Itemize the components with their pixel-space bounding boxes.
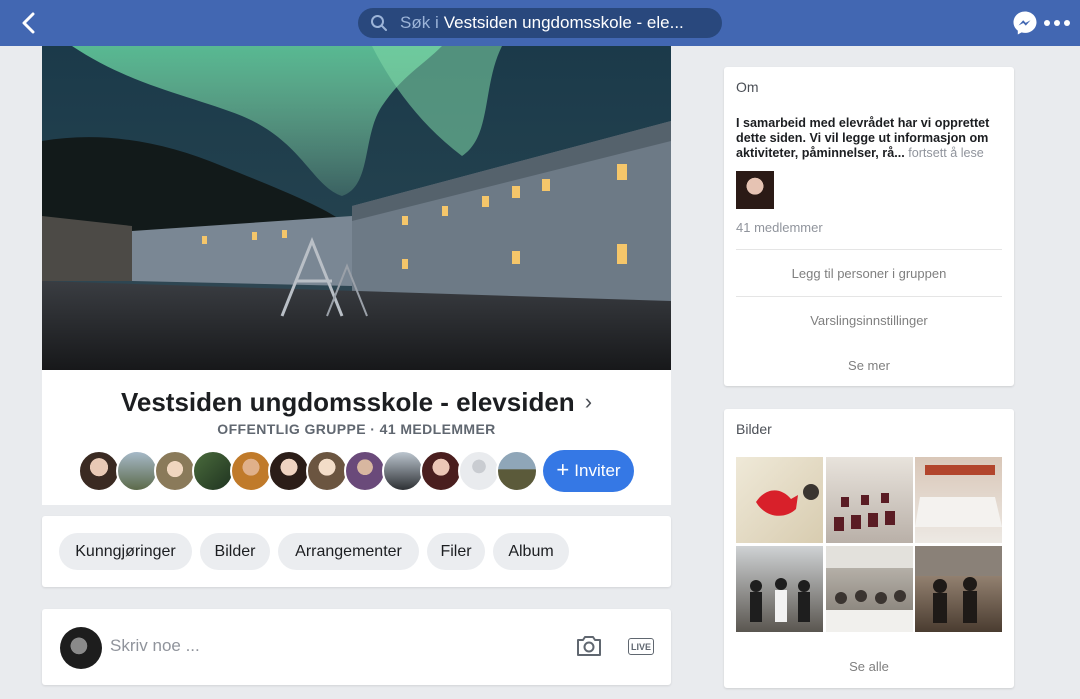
about-description: I samarbeid med elevrådet har vi opprett… (736, 116, 1006, 161)
member-avatar[interactable] (230, 450, 272, 492)
member-avatar[interactable] (458, 450, 500, 492)
photo-thumbnail[interactable] (826, 457, 913, 543)
photo-thumbnail[interactable] (826, 546, 913, 632)
photo-thumbnail[interactable] (736, 546, 823, 632)
member-avatars (78, 450, 538, 494)
tab-filer[interactable]: Filer (427, 533, 485, 570)
search-scope-label: Søk i (400, 13, 439, 32)
search-icon (370, 13, 390, 33)
post-composer: Skriv noe ... LIVE (42, 609, 671, 685)
member-avatar[interactable] (192, 450, 234, 492)
photo-thumbnail[interactable] (915, 457, 1002, 543)
notification-settings-button[interactable]: Varslingsinnstillinger (724, 313, 1014, 328)
back-button[interactable] (14, 9, 44, 37)
member-avatar[interactable] (154, 450, 196, 492)
user-avatar[interactable] (60, 627, 102, 669)
photo-thumbnail[interactable] (736, 457, 823, 543)
more-options-icon[interactable] (1044, 13, 1070, 33)
invite-label: Inviter (574, 461, 621, 480)
messenger-icon[interactable] (1012, 10, 1038, 36)
tab-album[interactable]: Album (493, 533, 569, 570)
divider (736, 249, 1002, 250)
photos-heading: Bilder (736, 421, 772, 437)
member-thumbnail[interactable] (736, 171, 774, 209)
member-avatar[interactable] (116, 450, 158, 492)
group-title: Vestsiden ungdomsskole - elevsiden (120, 386, 575, 417)
member-avatar[interactable] (420, 450, 462, 492)
member-avatar[interactable] (78, 450, 120, 492)
member-avatar[interactable] (306, 450, 348, 492)
camera-icon[interactable] (575, 634, 603, 658)
chevron-left-icon (22, 12, 35, 34)
divider (736, 296, 1002, 297)
member-avatar[interactable] (496, 450, 538, 492)
search-input[interactable]: Søk i Vestsiden ungdomsskole - ele... (358, 8, 722, 38)
plus-icon: + (556, 457, 570, 482)
about-card: Om I samarbeid med elevrådet har vi oppr… (724, 67, 1014, 386)
post-input[interactable]: Skriv noe ... (110, 636, 200, 656)
photo-thumbnail[interactable] (915, 546, 1002, 632)
live-video-icon[interactable]: LIVE (628, 638, 654, 655)
chevron-right-icon: › (584, 389, 593, 414)
member-avatar[interactable] (344, 450, 386, 492)
group-tabs-card: Kunngjøringer Bilder Arrangementer Filer… (42, 516, 671, 587)
member-count[interactable]: 41 medlemmer (736, 220, 823, 235)
photos-card: Bilder Se alle (724, 409, 1014, 688)
top-navigation-bar: Søk i Vestsiden ungdomsskole - ele... (0, 0, 1080, 46)
group-title-link[interactable]: Vestsiden ungdomsskole - elevsiden › (42, 384, 671, 420)
tab-bilder[interactable]: Bilder (200, 533, 270, 570)
read-more-link[interactable]: fortsett å lese (905, 146, 984, 160)
tab-arrangementer[interactable]: Arrangementer (278, 533, 419, 570)
tab-kunngjoringer[interactable]: Kunngjøringer (59, 533, 192, 570)
see-more-button[interactable]: Se mer (724, 358, 1014, 373)
cover-photo[interactable] (42, 46, 671, 370)
about-heading: Om (736, 79, 759, 95)
add-people-button[interactable]: Legg til personer i gruppen (724, 266, 1014, 281)
see-all-photos-button[interactable]: Se alle (724, 659, 1014, 674)
invite-button[interactable]: + Inviter (543, 450, 634, 492)
member-avatar[interactable] (382, 450, 424, 492)
group-subtitle: OFFENTLIG GRUPPE · 41 MEDLEMMER (217, 421, 496, 437)
member-avatar[interactable] (268, 450, 310, 492)
search-query-text: Vestsiden ungdomsskole - ele... (443, 13, 684, 32)
